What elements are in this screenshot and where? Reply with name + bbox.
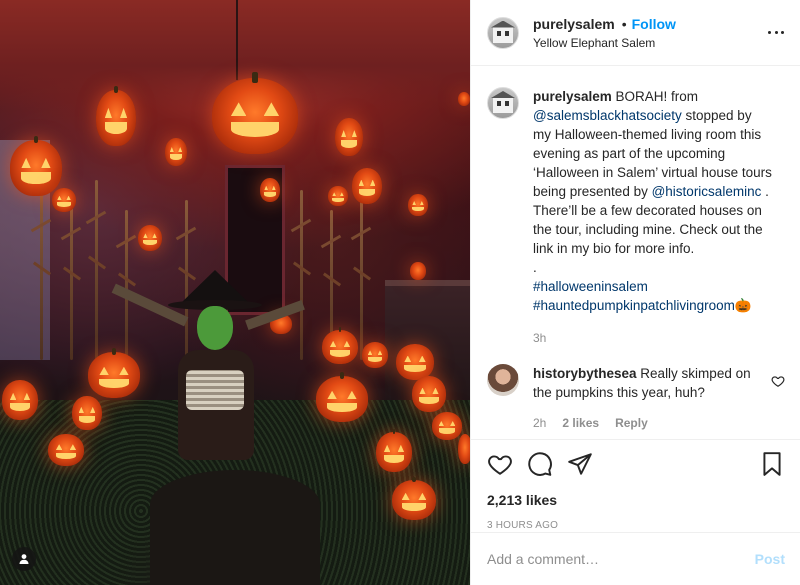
reply-button[interactable]: Reply	[615, 414, 648, 433]
avatar[interactable]	[487, 364, 519, 396]
heart-icon[interactable]	[487, 451, 513, 477]
jack-o-lantern	[335, 118, 363, 156]
mention-link[interactable]: @historicsaleminc	[652, 184, 762, 199]
corn-stalk	[95, 180, 98, 360]
post-header-meta: purelysalem • Follow Yellow Elephant Sal…	[533, 16, 676, 50]
jack-o-lantern	[260, 178, 280, 202]
jack-o-lantern	[376, 428, 412, 472]
follow-button[interactable]: Follow	[632, 16, 676, 32]
avatar[interactable]	[487, 87, 519, 119]
avatar[interactable]	[487, 16, 519, 49]
location-link[interactable]: Yellow Elephant Salem	[533, 36, 676, 50]
corn-stalk	[40, 190, 43, 360]
post-header: purelysalem • Follow Yellow Elephant Sal…	[471, 0, 800, 66]
jack-o-lantern	[458, 92, 470, 106]
jack-o-lantern	[362, 342, 388, 368]
comment-username[interactable]: historybythesea	[533, 366, 637, 381]
comment-item: historybythesea Really skimped on the pu…	[487, 364, 785, 433]
caption: purelysalem BORAH! from @salemsblackhats…	[487, 87, 785, 348]
caption-time[interactable]: 3h	[533, 329, 773, 348]
jack-o-lantern	[316, 372, 368, 422]
action-bar: 2,213 likes 3 HOURS AGO	[471, 439, 800, 531]
corn-stalk	[70, 200, 73, 360]
comment-likes[interactable]: 2 likes	[562, 414, 599, 433]
comment-body: historybythesea Really skimped on the pu…	[533, 364, 753, 433]
post-sidebar: purelysalem • Follow Yellow Elephant Sal…	[470, 0, 800, 585]
comment-icon[interactable]	[527, 451, 553, 477]
jack-o-lantern	[410, 262, 426, 280]
comment-time[interactable]: 2h	[533, 414, 546, 433]
witch-figure	[111, 270, 305, 490]
jack-o-lantern	[52, 188, 76, 212]
corn-stalk	[125, 210, 128, 360]
jack-o-lantern	[212, 71, 298, 154]
user-tag-icon[interactable]	[12, 547, 36, 571]
jack-o-lantern	[322, 327, 358, 364]
heart-icon[interactable]	[771, 374, 785, 388]
likes-count[interactable]: 2,213 likes	[487, 492, 785, 508]
jack-o-lantern	[48, 434, 84, 466]
jack-o-lantern	[328, 186, 348, 206]
separator-dot: •	[621, 15, 627, 32]
jack-o-lantern	[412, 376, 446, 412]
jack-o-lantern	[396, 344, 434, 380]
jack-o-lantern	[408, 194, 428, 216]
mention-link[interactable]: @salemsblackhatsociety	[533, 108, 682, 123]
jack-o-lantern	[72, 396, 102, 430]
jack-o-lantern	[10, 135, 62, 196]
caption-separator: .	[533, 260, 537, 275]
jack-o-lantern	[392, 476, 436, 520]
jack-o-lantern	[96, 85, 136, 146]
post-photo[interactable]	[0, 0, 470, 585]
post-comment-button[interactable]: Post	[755, 551, 785, 567]
comment-composer: Post	[471, 532, 800, 585]
share-icon[interactable]	[567, 451, 593, 477]
jack-o-lantern	[458, 434, 470, 464]
caption-body: purelysalem BORAH! from @salemsblackhats…	[533, 87, 773, 348]
bookmark-icon[interactable]	[759, 451, 785, 477]
more-options-icon[interactable]	[768, 24, 784, 40]
jack-o-lantern	[88, 348, 140, 398]
jack-o-lantern	[2, 380, 38, 420]
caption-username[interactable]: purelysalem	[533, 89, 612, 104]
action-icons	[487, 450, 785, 478]
jack-o-lantern	[432, 412, 462, 440]
hanging-wire	[236, 0, 238, 80]
comment-meta: 2h 2 likes Reply	[533, 414, 753, 433]
jack-o-lantern	[165, 138, 187, 166]
comments-list[interactable]: purelysalem BORAH! from @salemsblackhats…	[471, 67, 800, 439]
jack-o-lantern	[352, 168, 382, 204]
post-timestamp[interactable]: 3 HOURS AGO	[487, 520, 785, 531]
caption-text: BORAH! from	[611, 89, 699, 104]
post-header-line: purelysalem • Follow	[533, 16, 676, 32]
corn-stalk	[300, 190, 303, 360]
hashtag-link[interactable]: #halloweeninsalem	[533, 277, 773, 296]
jack-o-lantern	[138, 225, 162, 251]
corn-stalk	[360, 200, 363, 360]
add-comment-input[interactable]	[487, 551, 755, 567]
hashtag-link[interactable]: #hauntedpumpkinpatchlivingroom🎃	[533, 296, 773, 315]
username-link[interactable]: purelysalem	[533, 16, 615, 32]
